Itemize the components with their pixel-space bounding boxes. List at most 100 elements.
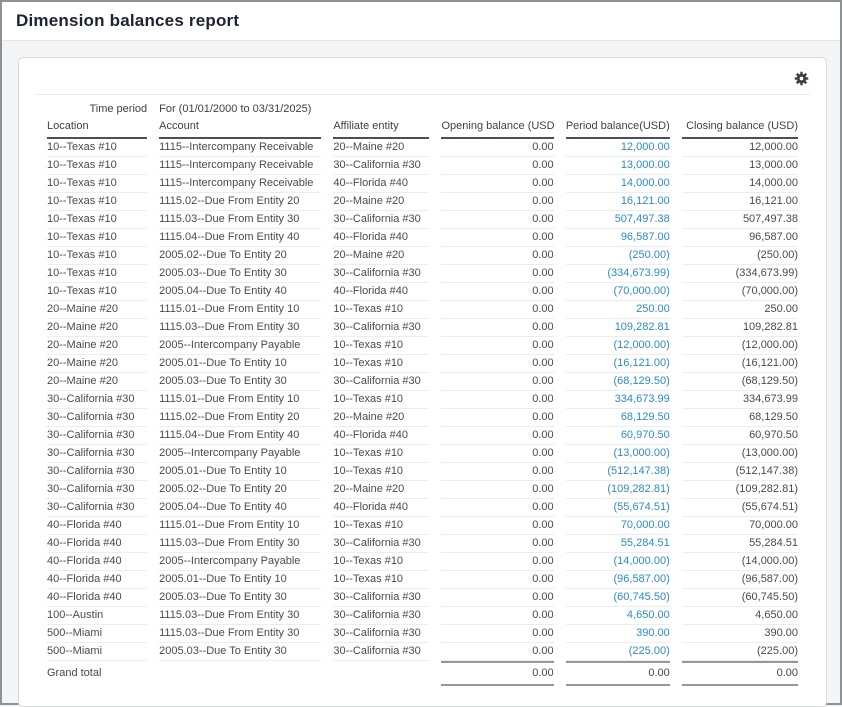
- closing-balance-cell: 16,121.00: [682, 193, 798, 211]
- period-balance-link[interactable]: 55,284.51: [621, 537, 670, 549]
- account-cell: 1115.04--Due From Entity 40: [159, 229, 321, 247]
- table-row: 30--California #301115.01--Due From Enti…: [47, 391, 798, 409]
- affiliate-entity-cell: 30--California #30: [333, 211, 429, 229]
- period-balance-link[interactable]: (60,745.50): [613, 591, 669, 603]
- toolbar-divider: [35, 94, 810, 95]
- opening-balance-cell: 0.00: [441, 445, 553, 463]
- time-period-label: Time period: [47, 98, 147, 117]
- closing-balance-cell: 68,129.50: [682, 409, 798, 427]
- closing-balance-cell: (68,129.50): [682, 373, 798, 391]
- account-cell: 1115.03--Due From Entity 30: [159, 319, 321, 337]
- period-balance-link[interactable]: 16,121.00: [621, 195, 670, 207]
- period-balance-cell: (14,000.00): [566, 553, 670, 571]
- table-row: 30--California #301115.02--Due From Enti…: [47, 409, 798, 427]
- opening-balance-cell: 0.00: [441, 301, 553, 319]
- affiliate-entity-cell: 10--Texas #10: [333, 355, 429, 373]
- table-row: 40--Florida #402005--Intercompany Payabl…: [47, 553, 798, 571]
- period-balance-link[interactable]: 12,000.00: [621, 141, 670, 153]
- period-balance-cell: 507,497.38: [566, 211, 670, 229]
- affiliate-entity-cell: 20--Maine #20: [333, 481, 429, 499]
- grand-total-label: Grand total: [47, 661, 147, 686]
- period-balance-link[interactable]: 507,497.38: [615, 213, 670, 225]
- affiliate-entity-cell: 10--Texas #10: [333, 391, 429, 409]
- location-cell: 30--California #30: [47, 445, 147, 463]
- period-balance-link[interactable]: (14,000.00): [613, 555, 669, 567]
- period-balance-link[interactable]: (225.00): [629, 645, 670, 657]
- period-balance-cell: 250.00: [566, 301, 670, 319]
- account-cell: 1115.02--Due From Entity 20: [159, 193, 321, 211]
- period-balance-cell: (16,121.00): [566, 355, 670, 373]
- title-bar: Dimension balances report: [2, 2, 840, 41]
- account-cell: 1115.03--Due From Entity 30: [159, 211, 321, 229]
- affiliate-entity-cell: 10--Texas #10: [333, 517, 429, 535]
- opening-balance-cell: 0.00: [441, 391, 553, 409]
- time-period-value: For (01/01/2000 to 03/31/2025): [159, 98, 798, 117]
- period-balance-link[interactable]: 60,970.50: [621, 429, 670, 441]
- period-balance-link[interactable]: 13,000.00: [621, 159, 670, 171]
- closing-balance-cell: 13,000.00: [682, 157, 798, 175]
- location-cell: 10--Texas #10: [47, 211, 147, 229]
- period-balance-link[interactable]: (55,674.51): [613, 501, 669, 513]
- table-row: 10--Texas #102005.04--Due To Entity 4040…: [47, 283, 798, 301]
- settings-button[interactable]: [793, 70, 810, 87]
- period-balance-link[interactable]: (109,282.81): [607, 483, 669, 495]
- opening-balance-cell: 0.00: [441, 283, 553, 301]
- location-cell: 500--Miami: [47, 625, 147, 643]
- table-row: 10--Texas #102005.03--Due To Entity 3030…: [47, 265, 798, 283]
- period-balance-link[interactable]: 70,000.00: [621, 519, 670, 531]
- table-row: 20--Maine #202005.01--Due To Entity 1010…: [47, 355, 798, 373]
- table-row: 20--Maine #202005.03--Due To Entity 3030…: [47, 373, 798, 391]
- period-balance-link[interactable]: (16,121.00): [613, 357, 669, 369]
- closing-balance-cell: 70,000.00: [682, 517, 798, 535]
- period-balance-link[interactable]: (12,000.00): [613, 339, 669, 351]
- period-balance-link[interactable]: 96,587.00: [621, 231, 670, 243]
- period-balance-link[interactable]: (334,673.99): [607, 267, 669, 279]
- location-cell: 10--Texas #10: [47, 283, 147, 301]
- period-balance-link[interactable]: (70,000.00): [613, 285, 669, 297]
- account-cell: 2005.03--Due To Entity 30: [159, 643, 321, 661]
- period-balance-link[interactable]: 334,673.99: [615, 393, 670, 405]
- period-balance-link[interactable]: (512,147.38): [607, 465, 669, 477]
- account-cell: 1115.03--Due From Entity 30: [159, 535, 321, 553]
- period-balance-link[interactable]: 68,129.50: [621, 411, 670, 423]
- closing-balance-cell: (16,121.00): [682, 355, 798, 373]
- col-header-affiliate-entity: Affiliate entity: [333, 117, 429, 139]
- location-cell: 30--California #30: [47, 499, 147, 517]
- account-cell: 2005.01--Due To Entity 10: [159, 355, 321, 373]
- period-balance-link[interactable]: 4,650.00: [627, 609, 670, 621]
- affiliate-entity-cell: 30--California #30: [333, 319, 429, 337]
- affiliate-entity-cell: 30--California #30: [333, 589, 429, 607]
- closing-balance-cell: (60,745.50): [682, 589, 798, 607]
- period-balance-link[interactable]: (250.00): [629, 249, 670, 261]
- closing-balance-cell: (512,147.38): [682, 463, 798, 481]
- period-balance-link[interactable]: (68,129.50): [613, 375, 669, 387]
- period-balance-link[interactable]: 14,000.00: [621, 177, 670, 189]
- closing-balance-cell: 14,000.00: [682, 175, 798, 193]
- period-balance-cell: 14,000.00: [566, 175, 670, 193]
- location-cell: 500--Miami: [47, 643, 147, 661]
- table-row: 10--Texas #101115.04--Due From Entity 40…: [47, 229, 798, 247]
- period-balance-link[interactable]: 109,282.81: [615, 321, 670, 333]
- closing-balance-cell: (12,000.00): [682, 337, 798, 355]
- location-cell: 10--Texas #10: [47, 175, 147, 193]
- table-row: 40--Florida #402005.01--Due To Entity 10…: [47, 571, 798, 589]
- period-balance-link[interactable]: (96,587.00): [613, 573, 669, 585]
- location-cell: 20--Maine #20: [47, 301, 147, 319]
- opening-balance-cell: 0.00: [441, 571, 553, 589]
- period-balance-link[interactable]: 390.00: [636, 627, 670, 639]
- gear-icon: [794, 74, 809, 89]
- closing-balance-cell: 334,673.99: [682, 391, 798, 409]
- closing-balance-cell: (55,674.51): [682, 499, 798, 517]
- account-cell: 2005.02--Due To Entity 20: [159, 247, 321, 265]
- affiliate-entity-cell: 30--California #30: [333, 607, 429, 625]
- period-balance-cell: (55,674.51): [566, 499, 670, 517]
- location-cell: 40--Florida #40: [47, 589, 147, 607]
- account-cell: 2005.03--Due To Entity 30: [159, 265, 321, 283]
- period-balance-cell: 334,673.99: [566, 391, 670, 409]
- opening-balance-cell: 0.00: [441, 463, 553, 481]
- opening-balance-cell: 0.00: [441, 193, 553, 211]
- period-balance-link[interactable]: 250.00: [636, 303, 670, 315]
- table-row: 40--Florida #401115.01--Due From Entity …: [47, 517, 798, 535]
- affiliate-entity-cell: 30--California #30: [333, 265, 429, 283]
- period-balance-link[interactable]: (13,000.00): [613, 447, 669, 459]
